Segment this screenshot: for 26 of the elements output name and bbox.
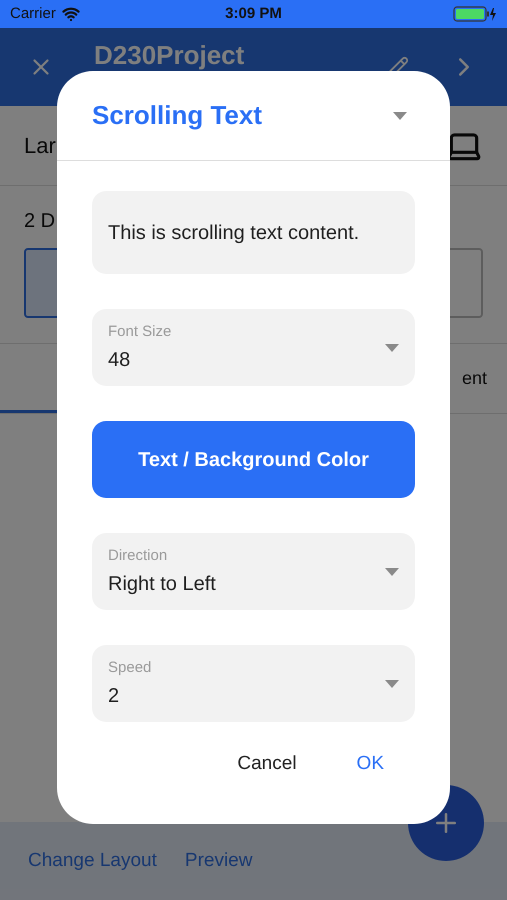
field-value: Right to Left xyxy=(108,572,216,596)
field-label: Speed xyxy=(108,658,152,678)
field-value: 48 xyxy=(108,348,132,372)
dropdown-caret-icon xyxy=(385,344,399,352)
dropdown-caret-icon xyxy=(385,680,399,688)
row-label: Lar xyxy=(24,132,56,160)
dropdown-caret-icon xyxy=(385,568,399,576)
field-label: Font Size xyxy=(108,322,172,342)
battery-icon xyxy=(453,6,497,22)
dropdown-caret-icon xyxy=(393,112,407,120)
cancel-button[interactable]: Cancel xyxy=(237,750,297,778)
wifi-icon xyxy=(62,5,80,23)
tab-label[interactable]: ent xyxy=(462,365,487,392)
color-button[interactable]: Text / Background Color xyxy=(92,421,415,498)
field-label: Direction xyxy=(108,546,168,566)
ok-button[interactable]: OK xyxy=(356,750,384,778)
dialog-title: Scrolling Text xyxy=(92,99,262,132)
text-content-field[interactable]: This is scrolling text content. xyxy=(92,191,415,274)
select-field[interactable]: Font Size 48 xyxy=(92,309,415,386)
section-label: 2 D xyxy=(24,210,56,232)
status-time: 3:09 PM xyxy=(225,4,282,24)
nav-title: D230Project xyxy=(94,41,246,69)
carrier-label: Carrier xyxy=(10,4,56,24)
select-field[interactable]: Speed 2 xyxy=(92,645,415,722)
field-value: 2 xyxy=(108,684,120,708)
select-field[interactable]: Direction Right to Left xyxy=(92,533,415,610)
